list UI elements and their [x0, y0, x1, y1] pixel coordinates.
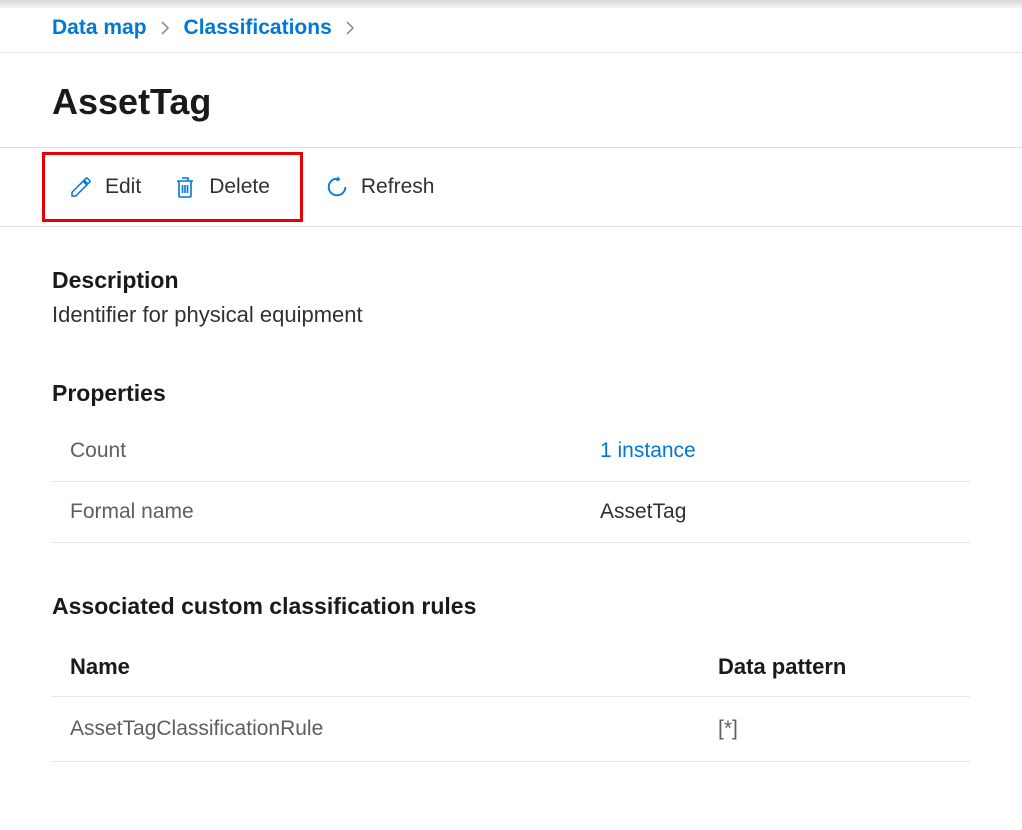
chevron-right-icon [161, 21, 170, 35]
chevron-right-icon [346, 21, 355, 35]
rule-pattern-cell: [*] [718, 717, 738, 741]
column-header-name[interactable]: Name [70, 654, 718, 680]
property-value-formal-name: AssetTag [600, 500, 686, 524]
refresh-button[interactable]: Refresh [309, 167, 451, 207]
top-gradient [0, 0, 1022, 8]
delete-button[interactable]: Delete [157, 167, 286, 207]
breadcrumb-classifications[interactable]: Classifications [184, 16, 332, 40]
pencil-icon [69, 175, 93, 199]
content-area: Description Identifier for physical equi… [0, 227, 1022, 782]
highlight-annotation: Edit Delete [42, 152, 303, 222]
edit-label: Edit [105, 175, 141, 199]
property-label: Count [70, 439, 600, 463]
edit-button[interactable]: Edit [53, 167, 157, 207]
refresh-label: Refresh [361, 175, 435, 199]
property-value-count[interactable]: 1 instance [600, 439, 696, 463]
property-row-formal-name: Formal name AssetTag [52, 482, 970, 543]
page-title: AssetTag [0, 53, 1022, 148]
rules-table-header: Name Data pattern [52, 638, 970, 697]
rule-name-cell: AssetTagClassificationRule [70, 717, 718, 741]
trash-icon [173, 175, 197, 199]
description-heading: Description [52, 267, 970, 294]
column-header-data-pattern[interactable]: Data pattern [718, 654, 846, 680]
rules-heading: Associated custom classification rules [52, 593, 970, 620]
description-text: Identifier for physical equipment [52, 302, 970, 328]
properties-heading: Properties [52, 380, 970, 407]
properties-table: Count 1 instance Formal name AssetTag [52, 421, 970, 543]
toolbar: Edit Delete Refresh [0, 148, 1022, 227]
rules-table-row[interactable]: AssetTagClassificationRule [*] [52, 697, 970, 762]
breadcrumb: Data map Classifications [0, 8, 1022, 53]
breadcrumb-data-map[interactable]: Data map [52, 16, 147, 40]
rules-table: Name Data pattern AssetTagClassification… [52, 638, 970, 762]
property-label: Formal name [70, 500, 600, 524]
delete-label: Delete [209, 175, 270, 199]
property-row-count: Count 1 instance [52, 421, 970, 482]
refresh-icon [325, 175, 349, 199]
